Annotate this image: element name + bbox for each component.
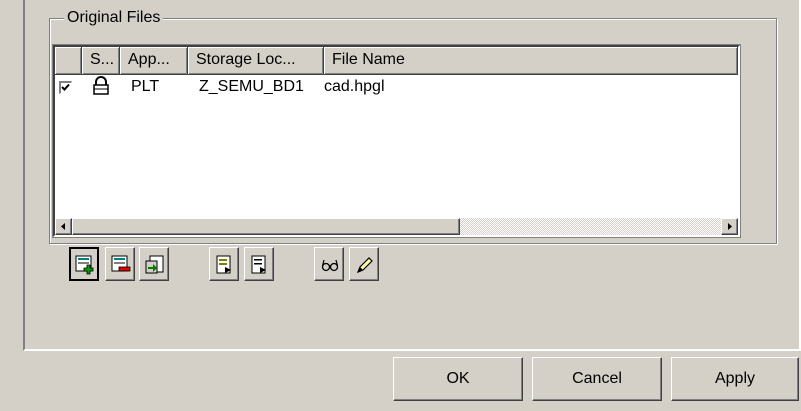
table-row[interactable]: PLT Z_SEMU_BD1 cad.hpgl: [55, 76, 738, 102]
cell-storage-location: Z_SEMU_BD1: [199, 78, 304, 95]
group-title: Original Files: [64, 8, 164, 28]
column-header-check[interactable]: [55, 47, 82, 75]
add-file-button[interactable]: [69, 247, 99, 281]
remove-file-icon: [111, 255, 131, 272]
files-list-view[interactable]: S... App... Storage Loc... File Name PLT…: [52, 44, 741, 238]
copy-file-button[interactable]: [139, 247, 169, 281]
check-mark-icon: [61, 83, 70, 91]
horizontal-scrollbar[interactable]: [55, 218, 738, 235]
arrow-left-icon: [61, 223, 65, 230]
lock-icon: [92, 76, 110, 102]
add-file-icon: [75, 255, 94, 275]
column-header-file-name[interactable]: File Name: [324, 47, 738, 75]
apply-button[interactable]: Apply: [671, 357, 799, 401]
edit-document-button[interactable]: [244, 247, 274, 281]
remove-file-button[interactable]: [105, 247, 135, 281]
edit-pencil-icon: [356, 257, 373, 274]
ok-button[interactable]: OK: [393, 357, 523, 401]
edit-document-icon: [251, 255, 266, 274]
view-glasses-icon: [321, 259, 339, 272]
open-document-button[interactable]: [209, 247, 239, 281]
column-header-status[interactable]: S...: [82, 47, 120, 75]
cell-application: PLT: [131, 78, 160, 95]
scroll-thumb[interactable]: [72, 218, 460, 235]
scroll-left-button[interactable]: [55, 218, 72, 235]
scroll-right-button[interactable]: [721, 218, 738, 235]
open-document-icon: [216, 255, 231, 274]
row-checkbox[interactable]: [59, 81, 72, 94]
column-header-storage-location[interactable]: Storage Loc...: [188, 47, 324, 75]
cell-file-name: cad.hpgl: [324, 78, 385, 95]
column-header-application[interactable]: App...: [120, 47, 188, 75]
edit-pencil-button[interactable]: [349, 247, 379, 281]
list-header: S... App... Storage Loc... File Name: [55, 47, 738, 75]
cancel-button[interactable]: Cancel: [532, 357, 662, 401]
view-file-button[interactable]: [314, 247, 344, 281]
copy-file-icon: [145, 255, 164, 274]
arrow-right-icon: [728, 223, 732, 230]
